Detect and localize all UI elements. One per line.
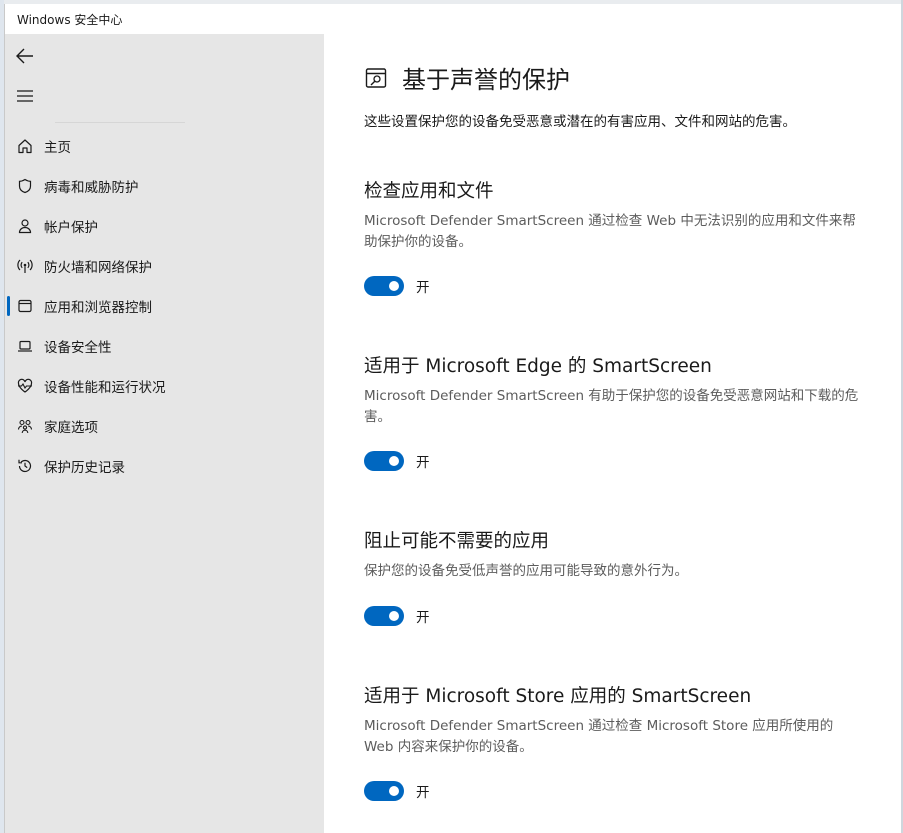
history-icon xyxy=(15,456,35,476)
section-title: 检查应用和文件 xyxy=(364,181,494,202)
check-apps-files-toggle[interactable] xyxy=(364,276,404,296)
sidebar-item-label: 设备性能和运行状况 xyxy=(44,380,166,396)
page-description: 这些设置保护您的设备免受恶意或潜在的有害应用、文件和网站的危害。 xyxy=(364,114,796,130)
toggle-row: 开 xyxy=(364,781,430,801)
antenna-icon xyxy=(15,256,35,276)
hamburger-icon xyxy=(17,90,33,102)
home-icon xyxy=(15,136,35,156)
page-header: 基于声誉的保护 xyxy=(364,60,570,95)
sidebar-nav: 主页 病毒和威胁防护 帐户保护 防火墙和网络保护 应用和浏览器控制 设备安全性 … xyxy=(5,126,324,486)
toggle-row: 开 xyxy=(364,276,430,296)
heart-pulse-icon xyxy=(15,376,35,396)
sidebar: 主页 病毒和威胁防护 帐户保护 防火墙和网络保护 应用和浏览器控制 设备安全性 … xyxy=(5,34,324,833)
main-content: 基于声誉的保护 这些设置保护您的设备免受恶意或潜在的有害应用、文件和网站的危害。… xyxy=(324,34,902,833)
laptop-icon xyxy=(15,336,35,356)
app-window-icon xyxy=(15,296,35,316)
section-edge-smartscreen: 适用于 Microsoft Edge 的 SmartScreen Microso… xyxy=(364,352,864,471)
section-description: Microsoft Defender SmartScreen 有助于保护您的设备… xyxy=(364,388,859,425)
sidebar-item-label: 保护历史记录 xyxy=(44,460,125,476)
toggle-state-label: 开 xyxy=(416,610,430,626)
sidebar-item-app-browser-control[interactable]: 应用和浏览器控制 xyxy=(5,286,324,326)
toggle-state-label: 开 xyxy=(416,785,430,801)
store-smartscreen-toggle[interactable] xyxy=(364,781,404,801)
sidebar-item-virus-protection[interactable]: 病毒和威胁防护 xyxy=(5,166,324,206)
section-description: 保护您的设备免受低声誉的应用可能导致的意外行为。 xyxy=(364,563,688,579)
sidebar-item-home[interactable]: 主页 xyxy=(5,126,324,166)
section-store-smartscreen: 适用于 Microsoft Store 应用的 SmartScreen Micr… xyxy=(364,682,864,801)
sidebar-item-label: 应用和浏览器控制 xyxy=(44,300,152,316)
shield-icon xyxy=(15,176,35,196)
window-title: Windows 安全中心 xyxy=(17,13,123,27)
sidebar-item-family-options[interactable]: 家庭选项 xyxy=(5,406,324,446)
family-icon xyxy=(15,416,35,436)
toggle-state-label: 开 xyxy=(416,280,430,296)
sidebar-item-device-performance[interactable]: 设备性能和运行状况 xyxy=(5,366,324,406)
sidebar-item-firewall[interactable]: 防火墙和网络保护 xyxy=(5,246,324,286)
block-pua-toggle[interactable] xyxy=(364,606,404,626)
section-title: 阻止可能不需要的应用 xyxy=(364,531,550,552)
page-title: 基于声誉的保护 xyxy=(402,66,570,94)
sidebar-item-label: 病毒和威胁防护 xyxy=(44,180,139,196)
app-window: Windows 安全中心 主页 病毒和威胁防护 帐户保护 防火墙和网络保护 应用… xyxy=(4,4,902,833)
sidebar-item-protection-history[interactable]: 保护历史记录 xyxy=(5,446,324,486)
toggle-state-label: 开 xyxy=(416,455,430,471)
title-bar[interactable]: Windows 安全中心 xyxy=(5,4,901,34)
section-block-pua: 阻止可能不需要的应用 保护您的设备免受低声誉的应用可能导致的意外行为。 开 xyxy=(364,527,864,626)
sidebar-item-label: 防火墙和网络保护 xyxy=(44,260,152,276)
sidebar-item-label: 帐户保护 xyxy=(44,220,98,236)
sidebar-item-label: 主页 xyxy=(44,140,71,156)
back-button[interactable] xyxy=(13,44,37,68)
sidebar-item-label: 设备安全性 xyxy=(44,340,112,356)
section-title: 适用于 Microsoft Edge 的 SmartScreen xyxy=(364,356,712,377)
person-icon xyxy=(15,216,35,236)
menu-button[interactable] xyxy=(13,84,37,108)
toggle-row: 开 xyxy=(364,606,430,626)
section-check-apps-files: 检查应用和文件 Microsoft Defender SmartScreen 通… xyxy=(364,177,864,296)
sidebar-item-device-security[interactable]: 设备安全性 xyxy=(5,326,324,366)
section-description: Microsoft Defender SmartScreen 通过检查 Micr… xyxy=(364,718,834,755)
back-arrow-icon xyxy=(16,48,33,64)
section-title: 适用于 Microsoft Store 应用的 SmartScreen xyxy=(364,686,752,707)
edge-smartscreen-toggle[interactable] xyxy=(364,451,404,471)
sidebar-item-account-protection[interactable]: 帐户保护 xyxy=(5,206,324,246)
sidebar-item-label: 家庭选项 xyxy=(44,420,98,436)
toggle-row: 开 xyxy=(364,451,430,471)
sidebar-divider xyxy=(55,122,185,123)
reputation-protection-icon xyxy=(364,65,390,91)
section-description: Microsoft Defender SmartScreen 通过检查 Web … xyxy=(364,213,856,250)
